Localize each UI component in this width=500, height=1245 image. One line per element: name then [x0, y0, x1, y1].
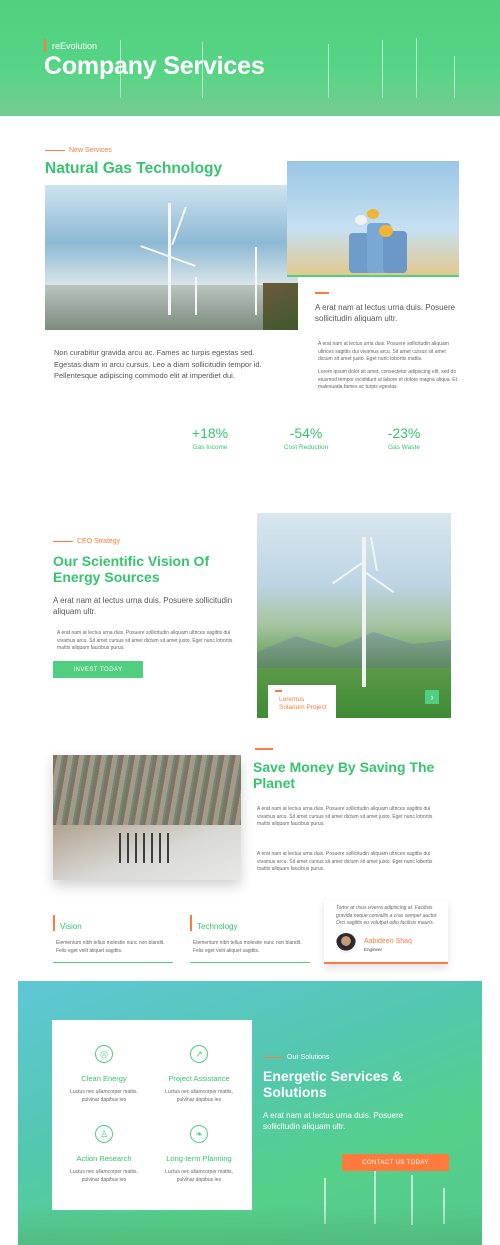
service-text: Luctus nec ullamcorper mattis, pulvinar … [70, 1089, 138, 1103]
page-title: Company Services [44, 52, 265, 80]
leaf-icon: ❧ [190, 1125, 208, 1143]
testimonial-quote: Tortor at risus viverra adipiscing at. F… [336, 905, 438, 926]
services-title: Natural Gas Technology [45, 160, 223, 177]
project-card[interactable]: Loremus Solarium Project [268, 685, 336, 718]
hero-banner: reEvolution Company Services [0, 0, 500, 116]
contact-us-button[interactable]: CONTACT US TODAY [342, 1154, 449, 1171]
testimonial-role: Engineer [364, 947, 383, 952]
service-title-clean-energy: Clean Energy [81, 1074, 127, 1083]
testimonial-card: Tortor at risus viverra adipiscing at. F… [324, 900, 448, 964]
feature-title: Technology [197, 922, 238, 931]
service-title-action-research: Action Research [76, 1154, 132, 1163]
avatar [336, 933, 356, 953]
feature-text: Elementum nibh tellus molestie nunc non … [56, 940, 165, 954]
solutions-lead: A erat nam at lectus urna duis. Posuere … [263, 1111, 404, 1131]
service-title-long-term-planning: Long-term Planning [166, 1154, 232, 1163]
services-eyebrow: New Services [45, 147, 112, 154]
services-grid: ◎ Clean Energy Luctus nec ullamcorper ma… [52, 1020, 252, 1210]
stat-gas-income: +18% Gas Income [191, 425, 229, 451]
feature-vision: Vision Elementum nibh tellus molestie nu… [53, 915, 173, 963]
save-paragraph-2: A erat nam at lectus urna duis. Posuere … [257, 851, 433, 872]
next-arrow-button[interactable]: › [425, 690, 439, 704]
stat-gas-waste: -23% Gas Waste [387, 425, 421, 451]
invest-today-button[interactable]: INVEST TODAY [53, 661, 143, 678]
chart-icon: ↗ [190, 1045, 208, 1063]
service-title-project-assistance: Project Assistance [168, 1074, 230, 1083]
feature-title: Vision [60, 922, 82, 931]
title-accent-bar [44, 39, 46, 52]
save-paragraph-1: A erat nam at lectus urna duis. Posuere … [257, 806, 433, 827]
accent-line [315, 292, 329, 294]
feature-technology: Technology Elementum nibh tellus molesti… [190, 915, 310, 963]
services-small-2: Lorem ipsum dolor sit amet, consectetur … [318, 369, 457, 390]
solutions-eyebrow: Our Solutions [263, 1054, 329, 1061]
service-text: Luctus nec ullamcorper mattis, pulvinar … [70, 1169, 138, 1183]
accent-line [255, 748, 273, 750]
vision-lead: A erat nam at lectus urna duis. Posuere … [53, 596, 233, 616]
person-icon: ♙ [95, 1125, 113, 1143]
stat-cost-reduction: -54% Cost Reduction [283, 425, 329, 451]
services-paragraph: Non curabitur gravida arcu ac. Fames ac … [54, 348, 262, 380]
wind-farm-image [45, 185, 298, 330]
workers-image [287, 161, 459, 277]
construction-site-image [53, 755, 241, 880]
vision-title: Our Scientific Vision Of Energy Sources [53, 553, 210, 585]
solutions-title: Energetic Services & Solutions [263, 1068, 403, 1100]
vision-small: A erat nam at lectus urna duis. Posuere … [57, 630, 233, 651]
save-title: Save Money By Saving The Planet [253, 759, 435, 791]
feature-text: Elementum nibh tellus molestie nunc non … [193, 940, 302, 954]
project-card-label: Loremus Solarium Project [279, 696, 327, 711]
testimonial-name: Aabideen Shaq [364, 938, 412, 945]
services-small-1: A erat nam at lectus urna duis. Posuere … [318, 341, 449, 362]
vision-eyebrow: CEO Strategy [53, 538, 120, 545]
lightbulb-icon: ◎ [95, 1045, 113, 1063]
service-text: Luctus nec ullamcorper mattis, pulvinar … [165, 1169, 233, 1183]
services-lead: A erat nam at lectus urna duis. Posuere … [315, 303, 456, 323]
service-text: Luctus nec ullamcorper mattis, pulvinar … [165, 1089, 233, 1103]
hero-overtitle: reEvolution [52, 41, 98, 51]
